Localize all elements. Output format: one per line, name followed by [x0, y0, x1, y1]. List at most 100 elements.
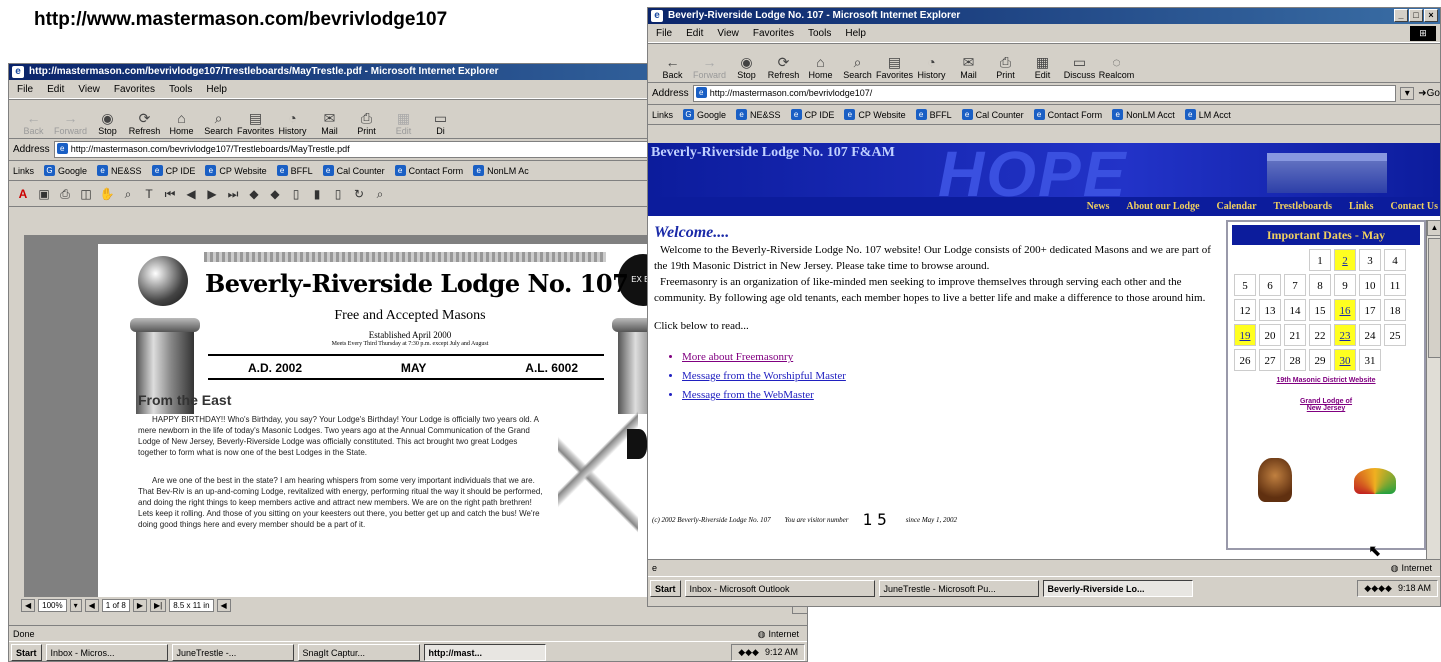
nav-contact[interactable]: Contact Us: [1391, 201, 1439, 212]
start-button[interactable]: Start: [11, 643, 42, 661]
history-button[interactable]: ◔ History: [913, 45, 950, 82]
minimize-button[interactable]: _: [1394, 9, 1408, 22]
prev-page-icon[interactable]: ◀: [183, 186, 199, 202]
address-dropdown[interactable]: ▾: [1400, 87, 1415, 100]
last-page-icon[interactable]: ⏭: [225, 186, 241, 202]
fit-width-icon[interactable]: ▯: [330, 186, 346, 202]
home-button[interactable]: ⌂ Home: [802, 45, 839, 82]
link-message-worshipful-master[interactable]: Message from the Worshipful Master: [682, 367, 1219, 386]
link-cp-ide[interactable]: e CP IDE: [790, 109, 834, 120]
menu-view[interactable]: View: [717, 24, 739, 42]
favorites-button[interactable]: ▤ Favorites: [237, 101, 274, 138]
favorites-button[interactable]: ▤ Favorites: [876, 45, 913, 82]
go-forward-icon[interactable]: ◆: [267, 186, 283, 202]
task-ie[interactable]: http://mast...: [423, 643, 546, 661]
fit-page-icon[interactable]: ▮: [309, 186, 325, 202]
link-ness[interactable]: e NE&SS: [736, 109, 781, 120]
forward-button[interactable]: → Forward: [691, 45, 728, 82]
menu-tools[interactable]: Tools: [169, 80, 192, 98]
link-google[interactable]: G Google: [44, 165, 87, 176]
link-cp-ide[interactable]: e CP IDE: [151, 165, 195, 176]
page-indicator[interactable]: 1 of 8: [101, 599, 130, 612]
task-publisher[interactable]: JuneTrestle - Microsoft Pu...: [878, 580, 1039, 597]
link-bffl[interactable]: e BFFL: [915, 109, 952, 120]
nav-pane-icon[interactable]: ◫: [78, 186, 94, 202]
bookmarks-strip[interactable]: [9, 235, 25, 597]
realcom-button[interactable]: ◌ Realcom: [1098, 45, 1135, 82]
menu-file[interactable]: File: [17, 80, 33, 98]
link-cal-counter[interactable]: e Cal Counter: [322, 165, 385, 176]
go-button[interactable]: ➜Go: [1418, 88, 1440, 99]
task-snagit[interactable]: SnagIt Captur...: [297, 643, 420, 661]
calendar-day[interactable]: 30: [1334, 349, 1356, 371]
nav-calendar[interactable]: Calendar: [1217, 201, 1257, 212]
first-page-icon[interactable]: ⏮: [162, 186, 178, 202]
nav-links[interactable]: Links: [1349, 201, 1373, 212]
start-button[interactable]: Start: [650, 580, 681, 597]
menu-file[interactable]: File: [656, 24, 672, 42]
menu-tools[interactable]: Tools: [808, 24, 831, 42]
vertical-scrollbar[interactable]: ▲: [1426, 220, 1440, 559]
find-icon[interactable]: ⌕: [372, 186, 388, 202]
menu-edit[interactable]: Edit: [47, 80, 64, 98]
prev-page-button[interactable]: ◀: [84, 599, 99, 612]
link-message-webmaster[interactable]: Message from the WebMaster: [682, 386, 1219, 405]
close-button[interactable]: ×: [1424, 9, 1438, 22]
link-grand-lodge[interactable]: Grand Lodge of New Jersey: [1296, 398, 1356, 412]
mail-button[interactable]: ✉ Mail: [950, 45, 987, 82]
link-cp-website[interactable]: e CP Website: [205, 165, 267, 176]
address-input[interactable]: e http://mastermason.com/bevrivlodge107/: [692, 85, 1397, 102]
scroll-thumb[interactable]: [1428, 238, 1440, 358]
task-publisher[interactable]: JuneTrestle -...: [171, 643, 294, 661]
rotate-icon[interactable]: ↻: [351, 186, 367, 202]
menu-help[interactable]: Help: [845, 24, 866, 42]
zoom-field[interactable]: 100%: [38, 599, 67, 612]
home-button[interactable]: ⌂ Home: [163, 101, 200, 138]
nav-trestleboards[interactable]: Trestleboards: [1274, 201, 1333, 212]
title-bar[interactable]: e Beverly-Riverside Lodge No. 107 - Micr…: [648, 8, 1440, 24]
search-button[interactable]: ⌕ Search: [200, 101, 237, 138]
link-ness[interactable]: e NE&SS: [97, 165, 142, 176]
link-19th-district[interactable]: 19th Masonic District Website: [1228, 377, 1424, 384]
zoom-tool-icon[interactable]: ⌕: [120, 186, 136, 202]
acrobat-icon[interactable]: A: [15, 186, 31, 202]
nav-news[interactable]: News: [1087, 201, 1110, 212]
next-page-icon[interactable]: ▶: [204, 186, 220, 202]
menu-favorites[interactable]: Favorites: [753, 24, 794, 42]
next-page-button[interactable]: ▶: [132, 599, 147, 612]
history-button[interactable]: ◔ History: [274, 101, 311, 138]
back-button[interactable]: ← Back: [15, 101, 52, 138]
link-contact-form[interactable]: e Contact Form: [394, 165, 463, 176]
mail-button[interactable]: ✉ Mail: [311, 101, 348, 138]
menu-help[interactable]: Help: [206, 80, 227, 98]
zoom-dropdown[interactable]: ▾: [69, 599, 82, 612]
edit-button[interactable]: ▦ Edit: [1024, 45, 1061, 82]
stop-button[interactable]: ◉ Stop: [728, 45, 765, 82]
link-more-about-freemasonry[interactable]: More about Freemasonry: [682, 348, 1219, 367]
menu-favorites[interactable]: Favorites: [114, 80, 155, 98]
link-cp-website[interactable]: e CP Website: [844, 109, 906, 120]
link-cal-counter[interactable]: e Cal Counter: [961, 109, 1024, 120]
task-outlook[interactable]: Inbox - Micros...: [45, 643, 168, 661]
scroll-left-button[interactable]: ◀: [216, 599, 231, 612]
refresh-button[interactable]: ⟳ Refresh: [765, 45, 802, 82]
save-icon[interactable]: ▣: [36, 186, 52, 202]
discuss-button[interactable]: ▭ Di: [422, 101, 459, 138]
back-button[interactable]: ← Back: [654, 45, 691, 82]
last-page-button[interactable]: ▶|: [149, 599, 167, 612]
refresh-button[interactable]: ⟳ Refresh: [126, 101, 163, 138]
task-ie[interactable]: Beverly-Riverside Lo...: [1042, 580, 1193, 597]
menu-view[interactable]: View: [78, 80, 100, 98]
link-contact-form[interactable]: e Contact Form: [1033, 109, 1102, 120]
link-nonlm-acct[interactable]: e NonLM Acct: [1112, 109, 1175, 120]
search-button[interactable]: ⌕ Search: [839, 45, 876, 82]
calendar-day[interactable]: 2: [1334, 249, 1356, 271]
discuss-button[interactable]: ▭ Discuss: [1061, 45, 1098, 82]
print-button[interactable]: ⎙ Print: [987, 45, 1024, 82]
print-button[interactable]: ⎙ Print: [348, 101, 385, 138]
hand-tool-icon[interactable]: ✋: [99, 186, 115, 202]
link-bffl[interactable]: e BFFL: [276, 165, 313, 176]
task-outlook[interactable]: Inbox - Microsoft Outlook: [684, 580, 875, 597]
print-icon[interactable]: ⎙: [57, 186, 73, 202]
text-select-icon[interactable]: T: [141, 186, 157, 202]
